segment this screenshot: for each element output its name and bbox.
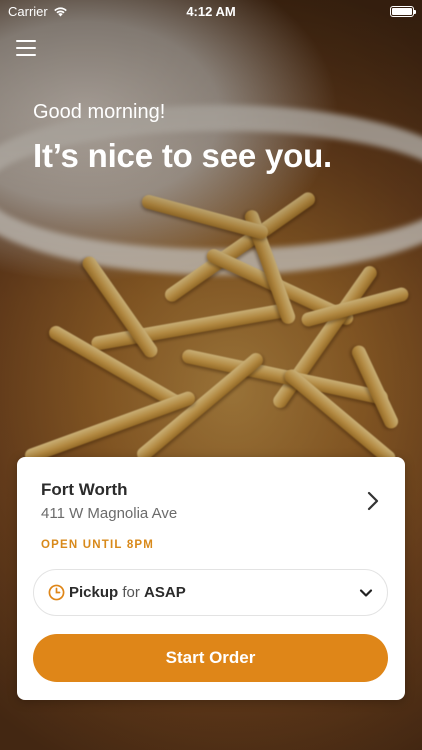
menu-line (16, 40, 36, 42)
chevron-down-icon (359, 588, 373, 597)
chevron-right-icon[interactable] (365, 490, 381, 512)
order-time-value: ASAP (144, 584, 186, 601)
battery-level (392, 8, 412, 15)
order-mode-value: Pickup (69, 584, 119, 601)
battery-icon (390, 6, 416, 17)
location-address: 411 W Magnolia Ave (41, 505, 178, 522)
start-order-button[interactable]: Start Order (33, 634, 388, 682)
status-bar: Carrier 4:12 AM (0, 0, 422, 24)
order-mode-selector[interactable]: Pickup for ASAP (33, 569, 388, 616)
menu-line (16, 54, 36, 56)
greeting-text: Good morning! (33, 101, 166, 123)
status-time: 4:12 AM (186, 4, 236, 19)
order-mode-text: Pickup for ASAP (69, 584, 359, 601)
menu-line (16, 47, 36, 49)
order-mode-connector: for (122, 584, 140, 601)
clock-icon (48, 584, 65, 601)
headline-text: It’s nice to see you. (33, 137, 333, 174)
location-card: Fort Worth 411 W Magnolia Ave OPEN UNTIL… (17, 457, 405, 700)
hamburger-menu-icon[interactable] (16, 40, 36, 56)
location-name: Fort Worth (41, 480, 128, 499)
hours-label: OPEN UNTIL 8PM (41, 539, 155, 551)
